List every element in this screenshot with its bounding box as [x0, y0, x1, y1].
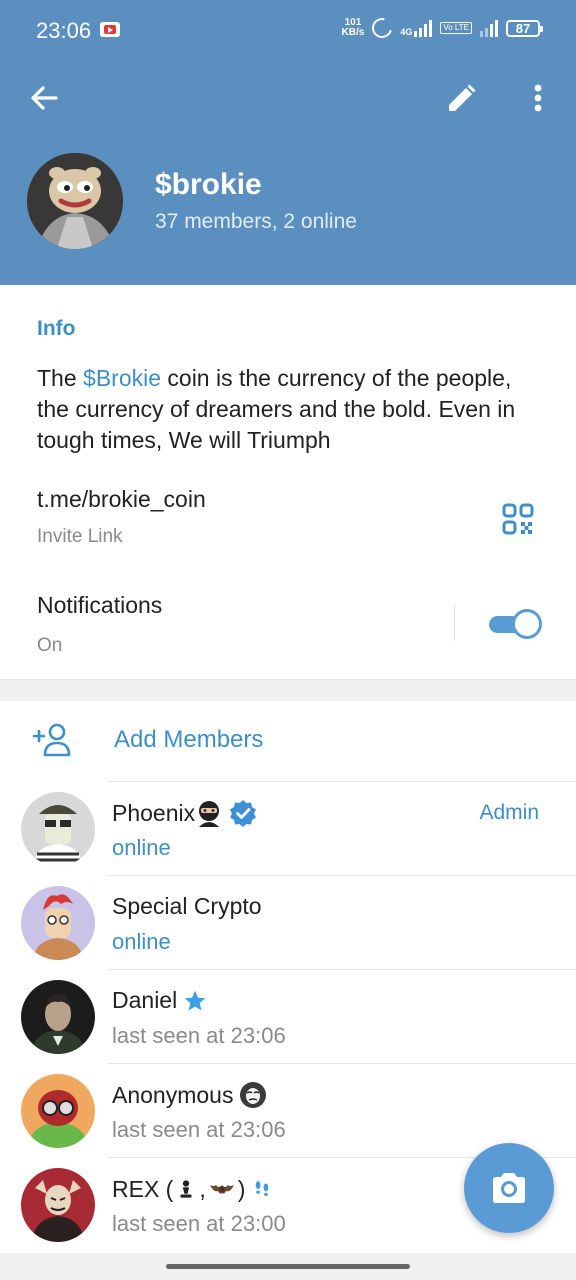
profile-header: 23:06 101 KB/s 4G Vo LTE 87 $brokie 37 m… [0, 0, 576, 285]
member-row[interactable]: Special Crypto online [0, 875, 576, 969]
group-members-count: 37 members, 2 online [155, 210, 357, 233]
edit-button[interactable] [444, 82, 478, 116]
info-section: Info The $Brokie coin is the currency of… [0, 285, 576, 680]
member-status: last seen at 23:00 [112, 1211, 286, 1236]
group-avatar[interactable] [27, 153, 123, 249]
avatar [21, 792, 95, 866]
pencil-icon [449, 84, 476, 111]
member-name: Phoenix [112, 799, 257, 827]
divider [108, 969, 576, 970]
add-members-label: Add Members [114, 726, 264, 753]
qr-code-icon [502, 503, 534, 535]
add-members-button[interactable]: Add Members [0, 701, 576, 781]
ninja-emoji-icon [199, 801, 220, 827]
status-time: 23:06 [36, 18, 92, 43]
info-section-title: Info [37, 317, 76, 340]
network-speed: 101 KB/s [342, 18, 365, 38]
network-tag: 4G [400, 27, 413, 37]
member-name-text: Anonymous [112, 1081, 234, 1108]
youtube-notification-icon [100, 22, 120, 37]
divider [108, 1063, 576, 1064]
member-name: REX ( , ) [112, 1175, 273, 1203]
more-options-button[interactable] [524, 80, 552, 116]
member-name-separator: , [199, 1175, 206, 1202]
camera-button[interactable] [464, 1143, 554, 1233]
member-status: last seen at 23:06 [112, 1023, 286, 1048]
member-row[interactable]: Daniel last seen at 23:06 [0, 969, 576, 1063]
group-title: $brokie [155, 168, 262, 201]
chess-pawn-icon [180, 1180, 192, 1198]
invite-link[interactable]: t.me/brokie_coin [37, 486, 206, 513]
member-row[interactable]: Anonymous last seen at 23:06 [0, 1063, 576, 1157]
qr-code-button[interactable] [502, 503, 534, 535]
avatar [21, 1168, 95, 1242]
anonymous-mask-icon [240, 1082, 267, 1108]
member-name-text: Daniel [112, 987, 178, 1013]
member-name: Special Crypto [112, 893, 262, 920]
back-button[interactable] [26, 80, 62, 116]
member-name-text: Phoenix [112, 799, 196, 826]
avatar [21, 886, 95, 960]
moon-icon [368, 14, 396, 42]
member-name: Daniel [112, 987, 207, 1014]
camera-icon [493, 1173, 525, 1203]
divider [108, 875, 576, 876]
signal-bars-icon [480, 19, 498, 37]
divider [454, 605, 455, 641]
cashtag-link[interactable]: $Brokie [83, 365, 161, 391]
member-row[interactable]: Phoenix online Admin [0, 781, 576, 875]
group-description: The $Brokie coin is the currency of the … [37, 363, 547, 456]
arrow-left-icon [31, 86, 58, 110]
notifications-state: On [37, 635, 63, 656]
bat-icon [209, 1185, 234, 1194]
volte-badge: Vo LTE [440, 22, 472, 34]
system-nav-bar [0, 1253, 576, 1280]
member-status: online [112, 835, 171, 860]
notifications-label: Notifications [37, 592, 163, 618]
member-name-text: Special Crypto [112, 893, 262, 919]
home-gesture-handle[interactable] [166, 1264, 410, 1269]
add-person-icon [32, 723, 71, 757]
description-text-start: The [37, 365, 84, 391]
network-speed-unit: KB/s [341, 27, 365, 38]
member-name: Anonymous [112, 1081, 267, 1109]
notifications-toggle[interactable] [487, 609, 543, 639]
battery-level: 87 [515, 20, 531, 36]
signal-4g: 4G [400, 19, 433, 37]
star-badge-icon [184, 990, 206, 1010]
footprints-icon [256, 1181, 269, 1197]
toggle-knob [512, 609, 542, 639]
member-status: online [112, 929, 171, 954]
member-name-text: REX ( [112, 1175, 174, 1202]
member-name-end: ) [237, 1175, 246, 1202]
divider [108, 781, 576, 782]
admin-badge: Admin [479, 801, 539, 824]
battery-icon: 87 [506, 19, 543, 37]
verified-badge-icon [230, 800, 257, 827]
signal-bars-icon [414, 19, 433, 37]
status-bar: 23:06 101 KB/s 4G Vo LTE 87 [0, 0, 576, 62]
avatar [21, 980, 95, 1054]
avatar [21, 1074, 95, 1148]
status-indicators: 101 KB/s 4G Vo LTE 87 [342, 14, 543, 42]
member-status: last seen at 23:06 [112, 1117, 286, 1142]
more-vertical-icon [534, 84, 542, 112]
invite-link-label: Invite Link [37, 526, 123, 547]
pepe-avatar-image [27, 153, 123, 249]
